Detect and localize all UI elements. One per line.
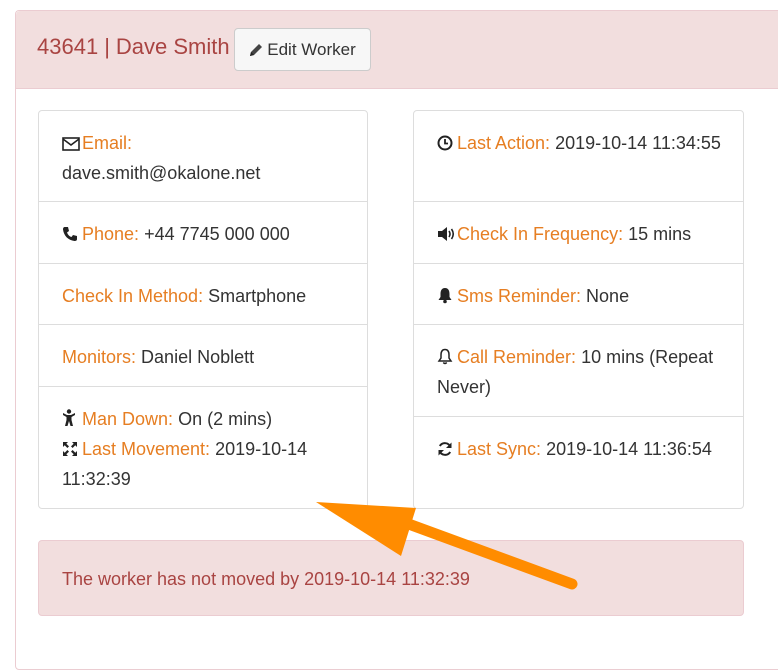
- edit-worker-label: Edit Worker: [267, 40, 356, 59]
- check-in-frequency-value: 15 mins: [628, 224, 692, 244]
- edit-worker-button[interactable]: Edit Worker: [234, 28, 371, 71]
- title-separator: |: [104, 34, 110, 59]
- not-moved-alert: The worker has not moved by 2019-10-14 1…: [38, 540, 744, 616]
- sms-reminder-value: None: [586, 286, 630, 306]
- worker-details-right: Last Action: 2019-10-14 11:34:55 Check I…: [413, 110, 744, 509]
- worker-id: 43641: [37, 34, 99, 59]
- clock-icon: [437, 135, 457, 151]
- sms-reminder-label: Sms Reminder:: [457, 286, 582, 306]
- last-movement-label: Last Movement:: [82, 439, 211, 459]
- check-in-method-item: Check In Method: Smartphone: [39, 264, 367, 325]
- check-in-method-label: Check In Method:: [62, 286, 204, 306]
- pencil-icon: [249, 31, 263, 72]
- worker-title: 43641 | Dave Smith: [37, 34, 230, 60]
- alert-text: The worker has not moved by 2019-10-14 1…: [62, 569, 470, 589]
- man-down-value: On (2 mins): [178, 409, 273, 429]
- check-in-method-value: Smartphone: [208, 286, 307, 306]
- worker-name: Dave Smith: [115, 34, 230, 59]
- monitors-item: Monitors: Daniel Noblett: [39, 325, 367, 387]
- monitors-label: Monitors:: [62, 347, 137, 367]
- phone-item: Phone: +44 7745 000 000: [39, 202, 367, 264]
- bell-icon: [437, 287, 457, 304]
- call-reminder-label: Call Reminder:: [457, 347, 577, 367]
- last-sync-item: Last Sync: 2019-10-14 11:36:54: [414, 417, 743, 508]
- phone-icon: [62, 226, 82, 242]
- check-in-frequency-label: Check In Frequency:: [457, 224, 624, 244]
- last-action-value: 2019-10-14 11:34:55: [555, 133, 721, 153]
- person-icon: [62, 409, 82, 427]
- email-value: dave.smith@okalone.net: [62, 163, 261, 183]
- last-action-item: Last Action: 2019-10-14 11:34:55: [414, 111, 743, 202]
- man-down-item: Man Down: On (2 mins) Last Movement: 201…: [39, 387, 367, 508]
- email-item: Email: dave.smith@okalone.net: [39, 111, 367, 202]
- envelope-icon: [62, 137, 82, 151]
- call-reminder-item: Call Reminder: 10 mins (Repeat Never): [414, 325, 743, 417]
- monitors-value: Daniel Noblett: [141, 347, 255, 367]
- worker-details-left: Email: dave.smith@okalone.net Phone: +44…: [38, 110, 368, 509]
- check-in-frequency-item: Check In Frequency: 15 mins: [414, 202, 743, 264]
- last-action-label: Last Action:: [457, 133, 551, 153]
- bell-outline-icon: [437, 348, 457, 365]
- email-label: Email:: [82, 133, 133, 153]
- volume-icon: [437, 226, 457, 242]
- last-sync-label: Last Sync:: [457, 439, 542, 459]
- sms-reminder-item: Sms Reminder: None: [414, 264, 743, 325]
- phone-label: Phone:: [82, 224, 140, 244]
- panel-heading: 43641 | Dave Smith Edit Worker: [16, 11, 778, 89]
- refresh-icon: [437, 441, 457, 457]
- arrows-expand-icon: [62, 441, 82, 457]
- last-sync-value: 2019-10-14 11:36:54: [546, 439, 712, 459]
- man-down-label: Man Down:: [82, 409, 174, 429]
- phone-value: +44 7745 000 000: [144, 224, 290, 244]
